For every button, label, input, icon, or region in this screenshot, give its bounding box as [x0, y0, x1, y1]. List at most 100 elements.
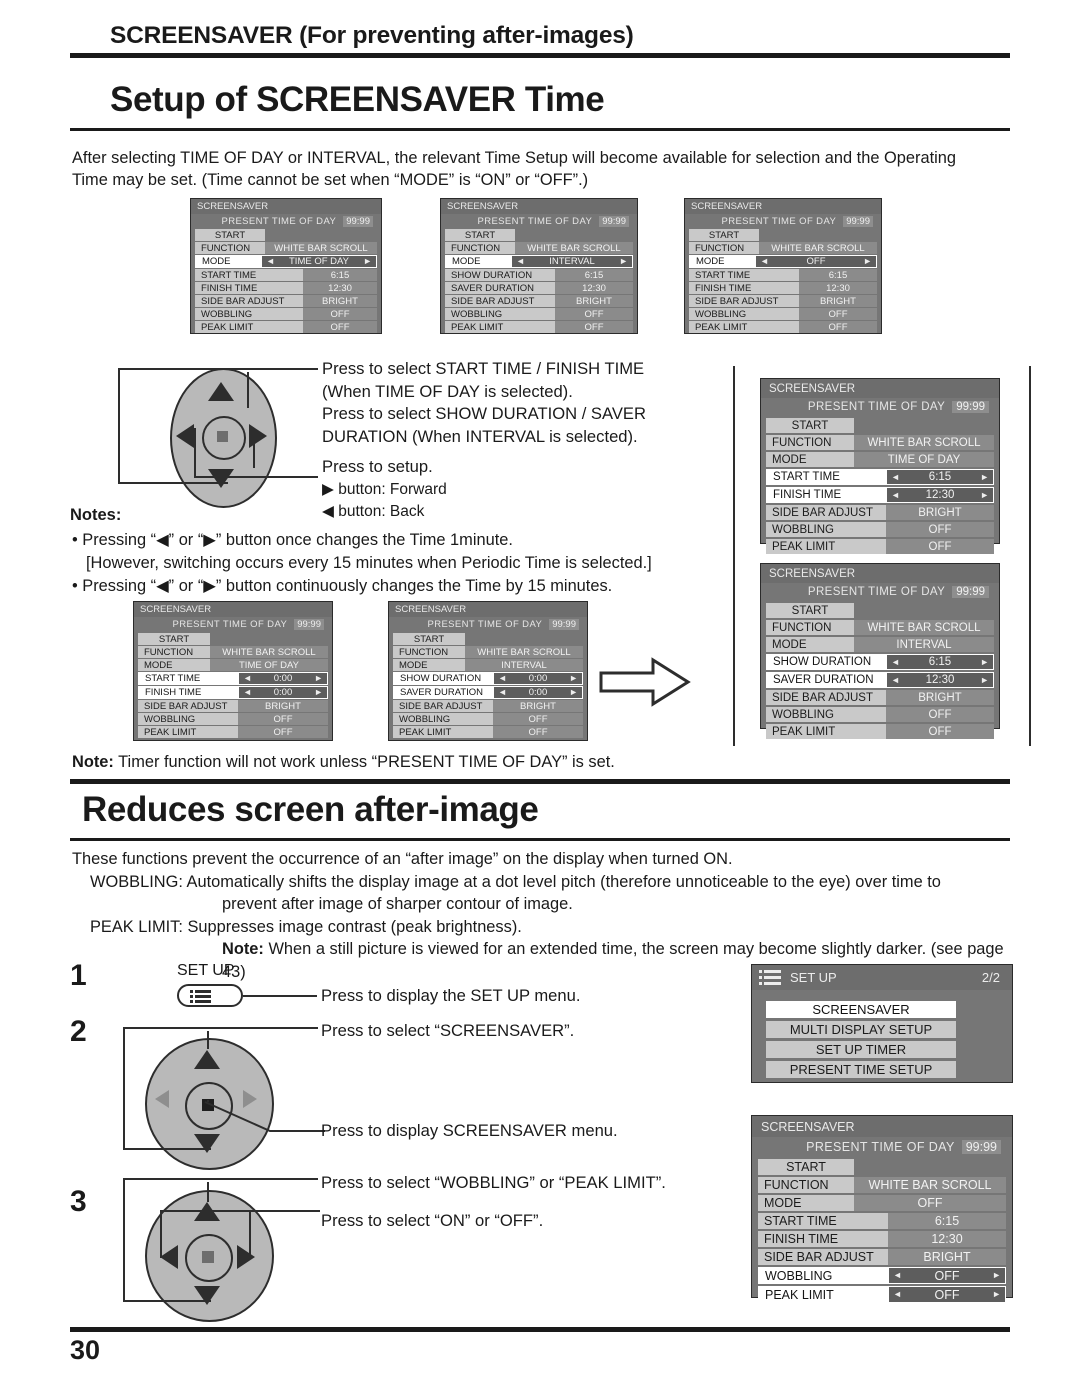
osd-row-side-bar-adjust[interactable]: SIDE BAR ADJUST BRIGHT: [758, 1249, 1006, 1265]
osd-row-side-bar-adjust[interactable]: SIDE BAR ADJUST BRIGHT: [393, 700, 583, 712]
osd-row-function[interactable]: FUNCTION WHITE BAR SCROLL: [195, 242, 377, 254]
start-button[interactable]: START: [393, 633, 465, 645]
arrow-right-icon[interactable]: ►: [619, 257, 628, 266]
osd-row-mode-selected[interactable]: MODE ◄ TIME OF DAY ►: [195, 255, 377, 268]
osd-row-function[interactable]: FUNCTION WHITE BAR SCROLL: [445, 242, 633, 254]
osd-row-side-bar-adjust[interactable]: SIDE BAR ADJUST BRIGHT: [766, 690, 994, 705]
arrow-right-icon[interactable]: ►: [569, 688, 578, 697]
osd-row-side-bar-adjust[interactable]: SIDE BAR ADJUST BRIGHT: [445, 295, 633, 307]
set-up-button[interactable]: [177, 984, 243, 1007]
osd-row-side-bar-adjust[interactable]: SIDE BAR ADJUST BRIGHT: [138, 700, 328, 712]
start-button[interactable]: START: [689, 229, 759, 241]
arrow-left-icon[interactable]: ◄: [893, 1290, 902, 1299]
osd-start-row[interactable]: START: [689, 229, 877, 241]
arrow-right-icon[interactable]: ►: [992, 1271, 1001, 1280]
osd-row-wobbling[interactable]: WOBBLING OFF: [766, 522, 994, 537]
osd-row-show-duration-selected[interactable]: SHOW DURATION ◄ 6:15 ►: [766, 654, 994, 670]
osd-row-function[interactable]: FUNCTION WHITE BAR SCROLL: [758, 1177, 1006, 1193]
start-button[interactable]: START: [766, 603, 854, 618]
dpad-center-button[interactable]: [185, 1234, 233, 1282]
osd-row-mode-selected[interactable]: MODE ◄ OFF ►: [689, 255, 877, 268]
start-button[interactable]: START: [766, 418, 854, 433]
osd-row-function[interactable]: FUNCTION WHITE BAR SCROLL: [766, 435, 994, 450]
osd-row-function[interactable]: FUNCTION WHITE BAR SCROLL: [766, 620, 994, 635]
arrow-left-icon[interactable]: ◄: [891, 675, 900, 685]
osd-start-row[interactable]: START: [393, 633, 583, 645]
arrow-right-icon[interactable]: ►: [992, 1290, 1001, 1299]
osd-row-finish-time[interactable]: FINISH TIME 12:30: [195, 282, 377, 294]
osd-row-start-time[interactable]: START TIME 6:15: [758, 1213, 1006, 1229]
osd-row-finish-time[interactable]: FINISH TIME 12:30: [689, 282, 877, 294]
osd-start-row[interactable]: START: [195, 229, 377, 241]
osd-start-row[interactable]: START: [758, 1159, 1006, 1175]
osd-row-peak-limit[interactable]: PEAK LIMIT OFF: [393, 726, 583, 738]
start-button[interactable]: START: [195, 229, 265, 241]
osd-row-peak-limit[interactable]: PEAK LIMIT OFF: [689, 321, 877, 333]
osd-row-function[interactable]: FUNCTION WHITE BAR SCROLL: [689, 242, 877, 254]
arrow-left-icon[interactable]: ◄: [516, 257, 525, 266]
osd-start-row[interactable]: START: [766, 603, 994, 618]
osd-row-show-duration[interactable]: SHOW DURATION 6:15: [445, 269, 633, 281]
arrow-left-icon[interactable]: ◄: [243, 688, 252, 697]
arrow-left-icon[interactable]: ◄: [891, 472, 900, 482]
osd-row-mode[interactable]: MODE OFF: [758, 1195, 1006, 1211]
osd-row-side-bar-adjust[interactable]: SIDE BAR ADJUST BRIGHT: [689, 295, 877, 307]
start-button[interactable]: START: [445, 229, 515, 241]
osd-start-row[interactable]: START: [766, 418, 994, 433]
arrow-right-icon[interactable]: ►: [314, 674, 323, 683]
osd-row-wobbling[interactable]: WOBBLING OFF: [689, 308, 877, 320]
dpad-left-icon[interactable]: [176, 424, 194, 448]
arrow-right-icon[interactable]: ►: [569, 674, 578, 683]
dpad-left-icon[interactable]: [160, 1245, 178, 1269]
arrow-left-icon[interactable]: ◄: [891, 490, 900, 500]
dpad-right-icon[interactable]: [249, 424, 267, 448]
osd-row-mode[interactable]: MODE TIME OF DAY: [138, 659, 328, 671]
dpad-down-icon[interactable]: [194, 1286, 220, 1305]
osd-row-finish-time-selected[interactable]: FINISH TIME ◄ 12:30 ►: [766, 487, 994, 503]
osd-row-side-bar-adjust[interactable]: SIDE BAR ADJUST BRIGHT: [766, 505, 994, 520]
osd-start-row[interactable]: START: [138, 633, 328, 645]
osd-row-wobbling[interactable]: WOBBLING OFF: [393, 713, 583, 725]
osd-row-mode[interactable]: MODE TIME OF DAY: [766, 452, 994, 467]
osd-row-peak-limit-selected[interactable]: PEAK LIMIT ◄ OFF ►: [758, 1286, 1006, 1303]
arrow-right-icon[interactable]: ►: [980, 490, 989, 500]
osd-row-saver-duration-selected[interactable]: SAVER DURATION ◄ 12:30 ►: [766, 672, 994, 688]
start-button[interactable]: START: [758, 1159, 854, 1175]
menu-item-screensaver[interactable]: SCREENSAVER: [766, 1001, 956, 1018]
dpad-up-icon[interactable]: [194, 1050, 220, 1069]
arrow-left-icon[interactable]: ◄: [498, 674, 507, 683]
osd-row-peak-limit[interactable]: PEAK LIMIT OFF: [766, 724, 994, 739]
osd-row-finish-time-selected[interactable]: FINISH TIME ◄ 0:00 ►: [138, 686, 328, 699]
osd-row-start-time[interactable]: START TIME 6:15: [689, 269, 877, 281]
dpad-right-icon[interactable]: [237, 1245, 255, 1269]
osd-row-mode[interactable]: MODE INTERVAL: [393, 659, 583, 671]
dpad-center-button[interactable]: [202, 416, 246, 460]
osd-row-function[interactable]: FUNCTION WHITE BAR SCROLL: [138, 646, 328, 658]
osd-row-peak-limit[interactable]: PEAK LIMIT OFF: [195, 321, 377, 333]
arrow-right-icon[interactable]: ►: [980, 675, 989, 685]
osd-row-wobbling[interactable]: WOBBLING OFF: [766, 707, 994, 722]
dpad-left-icon[interactable]: [155, 1090, 169, 1108]
osd-row-finish-time[interactable]: FINISH TIME 12:30: [758, 1231, 1006, 1247]
arrow-left-icon[interactable]: ◄: [243, 674, 252, 683]
osd-row-saver-duration[interactable]: SAVER DURATION 12:30: [445, 282, 633, 294]
osd-row-function[interactable]: FUNCTION WHITE BAR SCROLL: [393, 646, 583, 658]
menu-item-present-time-setup[interactable]: PRESENT TIME SETUP: [766, 1061, 956, 1078]
osd-row-wobbling[interactable]: WOBBLING OFF: [445, 308, 633, 320]
arrow-right-icon[interactable]: ►: [363, 257, 372, 266]
osd-row-start-time-selected[interactable]: START TIME ◄ 6:15 ►: [766, 469, 994, 485]
arrow-left-icon[interactable]: ◄: [498, 688, 507, 697]
osd-row-start-time-selected[interactable]: START TIME ◄ 0:00 ►: [138, 672, 328, 685]
osd-row-peak-limit[interactable]: PEAK LIMIT OFF: [138, 726, 328, 738]
osd-row-mode[interactable]: MODE INTERVAL: [766, 637, 994, 652]
osd-row-wobbling[interactable]: WOBBLING OFF: [138, 713, 328, 725]
osd-row-peak-limit[interactable]: PEAK LIMIT OFF: [445, 321, 633, 333]
osd-row-peak-limit[interactable]: PEAK LIMIT OFF: [766, 539, 994, 554]
osd-row-wobbling[interactable]: WOBBLING OFF: [195, 308, 377, 320]
dpad-down-icon[interactable]: [208, 469, 234, 488]
arrow-left-icon[interactable]: ◄: [760, 257, 769, 266]
arrow-right-icon[interactable]: ►: [314, 688, 323, 697]
osd-row-wobbling-selected[interactable]: WOBBLING ◄ OFF ►: [758, 1267, 1006, 1284]
menu-item-multi-display-setup[interactable]: MULTI DISPLAY SETUP: [766, 1021, 956, 1038]
arrow-left-icon[interactable]: ◄: [891, 657, 900, 667]
